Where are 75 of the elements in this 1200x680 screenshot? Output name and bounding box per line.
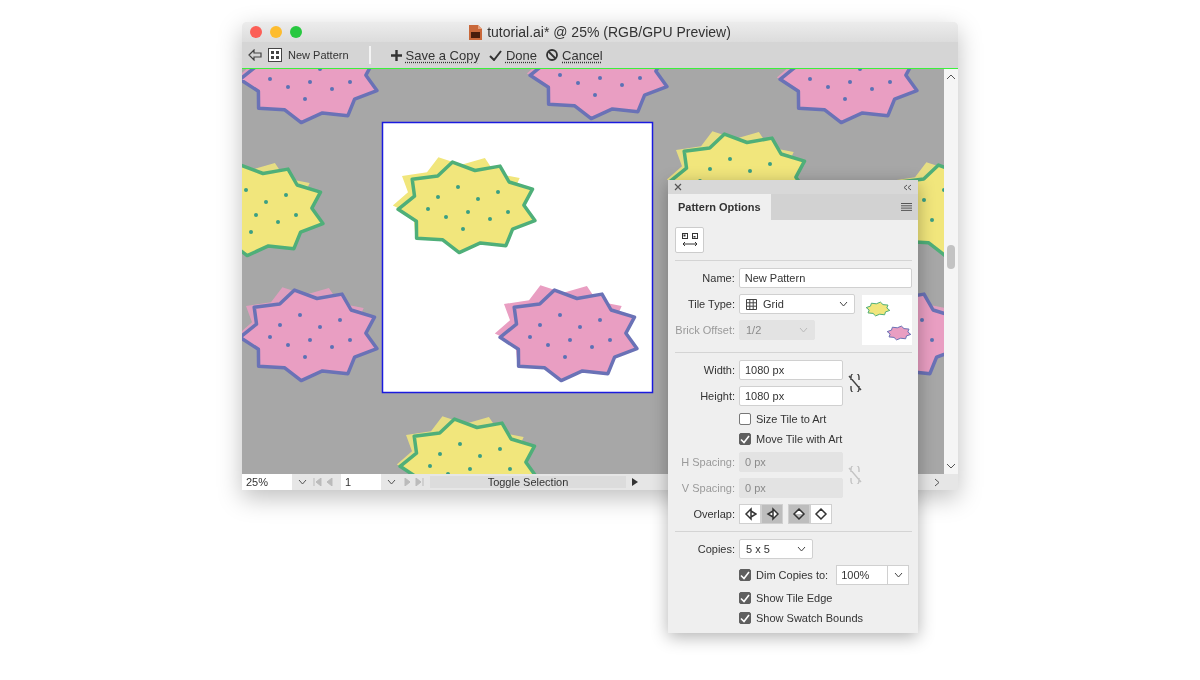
field-label: H Spacing:	[680, 456, 735, 468]
chevron-down-icon	[839, 301, 848, 307]
checkbox-label: Move Tile with Art	[756, 433, 843, 445]
starburst-shape[interactable]	[242, 69, 379, 125]
overlap-icon	[792, 507, 806, 521]
grid-icon	[746, 298, 757, 310]
overlap-icon	[814, 507, 828, 521]
overlap-toggle[interactable]	[810, 504, 832, 524]
overlap-toggle[interactable]	[761, 504, 783, 524]
panel-tab[interactable]: Pattern Options	[668, 194, 771, 220]
tile-type-dropdown[interactable]: Grid	[739, 294, 855, 314]
starburst-shape[interactable]	[526, 69, 669, 121]
height-field[interactable]: 1080 px	[739, 386, 843, 406]
plus-icon	[390, 49, 402, 61]
checkmark-icon	[488, 49, 502, 61]
checkbox-label: Show Tile Edge	[756, 592, 833, 604]
checkbox[interactable]	[739, 433, 751, 445]
toggle-selection-label[interactable]: Toggle Selection	[430, 476, 626, 488]
overlap-icon	[743, 507, 757, 521]
checkbox[interactable]	[739, 413, 751, 425]
artboard-field[interactable]: 1	[341, 474, 381, 490]
tile-resize-icon	[680, 233, 699, 247]
scroll-up-icon[interactable]	[946, 73, 956, 81]
checkbox-label: Show Swatch Bounds	[756, 612, 863, 624]
starburst-shape[interactable]	[242, 162, 325, 258]
name-field[interactable]: New Pattern	[738, 268, 912, 288]
chevron-down-icon	[893, 572, 903, 578]
chevron-down-icon	[797, 546, 806, 552]
starburst-shape[interactable]	[776, 69, 919, 125]
pattern-tile-tool-button[interactable]	[675, 227, 704, 253]
scroll-down-icon[interactable]	[946, 462, 956, 470]
save-copy-link[interactable]: Save a Copy	[390, 47, 480, 63]
field-label: Width:	[702, 364, 735, 376]
unlinked-chain-icon[interactable]	[848, 374, 862, 392]
window-title: tutorial.ai* @ 25% (RGB/GPU Preview)	[487, 24, 731, 40]
field-label: Overlap:	[692, 508, 735, 520]
overlap-icon	[765, 507, 779, 521]
pattern-icon	[268, 48, 282, 62]
play-icon[interactable]	[632, 478, 638, 486]
scroll-right-icon[interactable]	[934, 477, 940, 487]
chevron-down-icon	[799, 327, 808, 333]
checkbox[interactable]	[739, 612, 751, 624]
checkbox-label: Size Tile to Art	[756, 413, 827, 425]
starburst-shape[interactable]	[392, 157, 537, 255]
field-label: Copies:	[696, 543, 735, 555]
field-label: Brick Offset:	[675, 324, 735, 336]
field-label: V Spacing:	[680, 482, 735, 494]
collapse-icon[interactable]	[903, 183, 912, 191]
vertical-scrollbar[interactable]	[944, 69, 958, 474]
width-field[interactable]: 1080 px	[739, 360, 843, 380]
done-link[interactable]: Done	[488, 47, 538, 63]
zoom-field[interactable]: 25%	[242, 474, 292, 490]
chevron-down-icon[interactable]	[298, 479, 307, 485]
document-icon	[469, 24, 483, 40]
cancel-link[interactable]: Cancel	[546, 47, 603, 63]
starburst-shape[interactable]	[494, 285, 639, 383]
pattern-name: New Pattern	[288, 49, 349, 61]
close-icon[interactable]	[674, 183, 682, 191]
checkbox[interactable]	[739, 592, 751, 604]
cancel-icon	[546, 49, 559, 61]
swatch-preview-drawing	[862, 295, 912, 345]
overlap-toggle[interactable]	[788, 504, 810, 524]
back-arrow-icon[interactable]	[248, 49, 262, 61]
checkbox[interactable]	[739, 569, 751, 581]
dim-copies-combo[interactable]: 100%	[836, 565, 910, 585]
copies-dropdown[interactable]: 5 x 5	[739, 539, 813, 559]
field-label: Height:	[699, 390, 735, 402]
field-label: Name:	[701, 272, 735, 284]
menu-icon[interactable]	[901, 203, 912, 211]
overlap-toggle[interactable]	[739, 504, 761, 524]
starburst-shape[interactable]	[242, 287, 379, 383]
chevron-down-icon[interactable]	[387, 479, 396, 485]
scroll-thumb[interactable]	[947, 245, 955, 269]
field-label: Tile Type:	[686, 298, 735, 310]
checkbox-label: Dim Copies to:	[756, 569, 829, 581]
